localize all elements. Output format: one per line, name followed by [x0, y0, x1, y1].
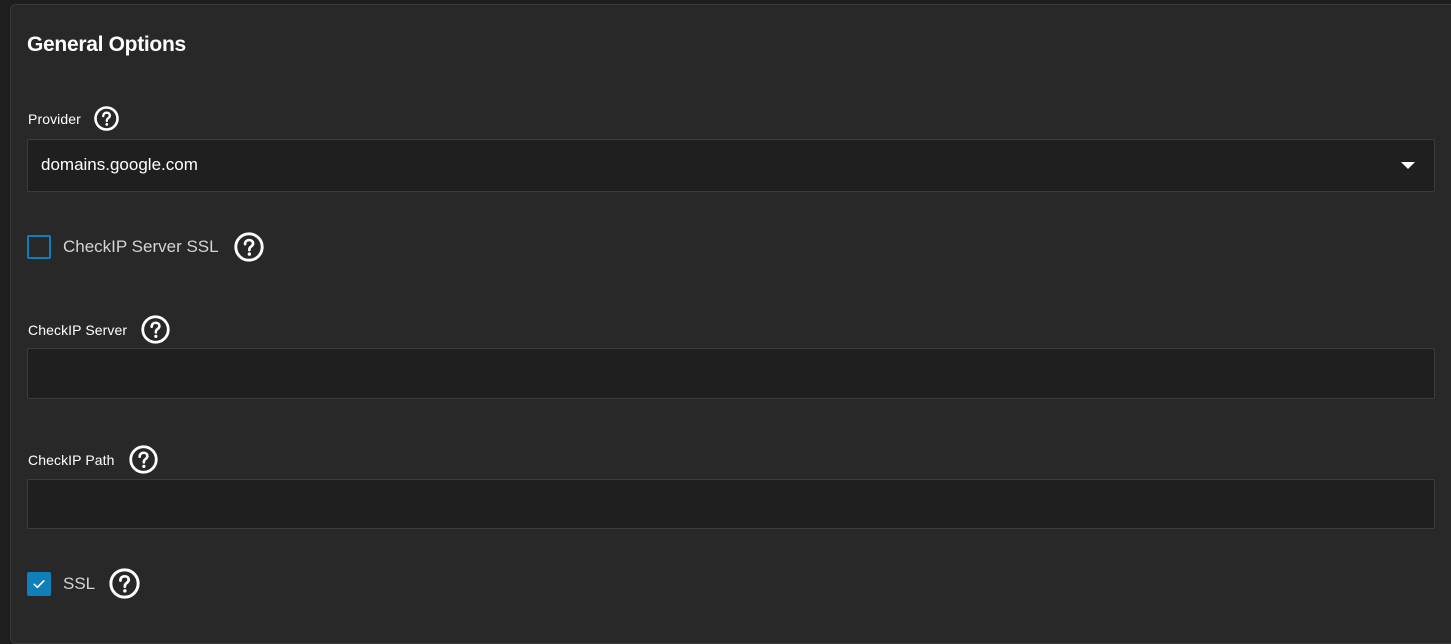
checkip-server-ssl-label[interactable]: CheckIP Server SSL [63, 237, 219, 257]
provider-label-row: Provider [28, 106, 119, 131]
provider-label: Provider [28, 110, 81, 127]
section-title: General Options [27, 33, 186, 56]
checkip-path-label: CheckIP Path [28, 451, 115, 468]
checkip-server-ssl-checkbox[interactable] [27, 235, 51, 259]
help-circle-icon[interactable] [141, 315, 170, 344]
ssl-row: SSL [27, 568, 140, 599]
provider-select-value: domains.google.com [41, 155, 198, 174]
ssl-checkbox[interactable] [27, 571, 51, 596]
caret-down-icon[interactable] [1401, 162, 1415, 169]
checkip-server-label-row: CheckIP Server [28, 315, 170, 344]
checkip-server-input[interactable] [27, 348, 1435, 399]
checkip-path-label-row: CheckIP Path [28, 445, 158, 474]
help-circle-icon[interactable] [109, 568, 140, 599]
help-circle-icon[interactable] [94, 106, 119, 131]
general-options-card [10, 4, 1451, 644]
help-circle-icon[interactable] [233, 232, 264, 262]
ssl-label[interactable]: SSL [63, 574, 95, 594]
checkip-server-label: CheckIP Server [28, 321, 128, 338]
checkmark-icon [33, 579, 45, 588]
checkip-server-ssl-row: CheckIP Server SSL [27, 232, 264, 262]
help-circle-icon[interactable] [128, 445, 158, 474]
checkip-path-input[interactable] [27, 479, 1435, 529]
provider-select[interactable]: domains.google.com [27, 139, 1435, 192]
